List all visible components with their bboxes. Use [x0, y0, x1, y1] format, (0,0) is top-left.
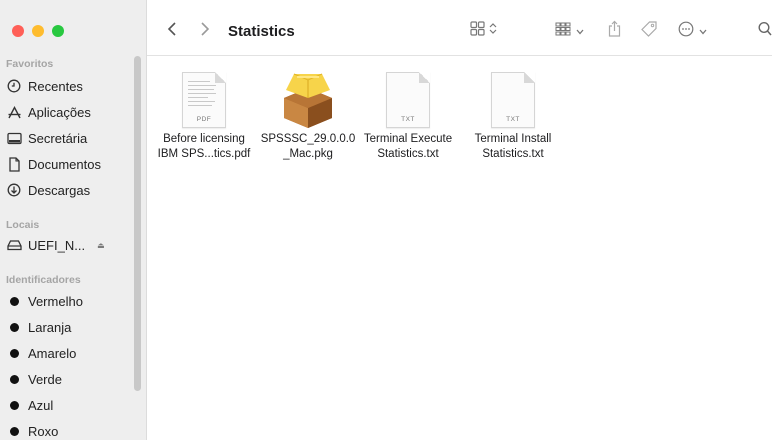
sidebar-item-descargas[interactable]: Descargas	[6, 179, 90, 201]
tag-dot-icon	[6, 319, 22, 335]
file-item[interactable]: PDF Before licensing IBM SPS...tics.pdf	[154, 68, 254, 162]
tag-dot-icon	[6, 293, 22, 309]
toolbar: Statistics	[147, 0, 772, 56]
sidebar-item-label: Descargas	[28, 182, 91, 198]
download-icon	[6, 182, 22, 198]
sidebar-item-label: Secretária	[28, 130, 88, 146]
zoom-button[interactable]	[52, 25, 64, 37]
back-button[interactable]	[167, 21, 177, 41]
file-name: Terminal Install Statistics.txt	[474, 133, 552, 160]
sidebar-item-label: Verde	[28, 371, 62, 387]
eject-icon[interactable]: ⏏	[97, 241, 105, 250]
sidebar-item-label: Roxo	[28, 423, 59, 439]
sidebar-item-label: Documentos	[28, 156, 101, 172]
tag-dot-icon	[6, 345, 22, 361]
sidebar-tag-roxo[interactable]: Roxo	[6, 420, 58, 442]
window-controls	[12, 25, 64, 37]
search-button[interactable]	[758, 21, 772, 41]
share-button[interactable]	[608, 20, 621, 42]
group-button[interactable]	[555, 21, 584, 41]
chevron-right-icon	[200, 21, 210, 42]
sidebar: Favoritos Recentes Aplicações Secretária…	[0, 0, 147, 440]
tag-button[interactable]	[640, 20, 658, 43]
sidebar-item-secretaria[interactable]: Secretária	[6, 127, 87, 149]
chevron-down-icon	[699, 22, 707, 40]
sidebar-tag-amarelo[interactable]: Amarelo	[6, 342, 76, 364]
tag-dot-icon	[6, 371, 22, 387]
tag-icon	[640, 20, 658, 43]
document-icon	[6, 156, 22, 172]
sidebar-item-recentes[interactable]: Recentes	[6, 75, 83, 97]
favorites-section-title: Favoritos	[6, 58, 54, 70]
sidebar-item-label: Laranja	[28, 319, 72, 335]
file-name: SPSSSC_29.0.0.0 _Mac.pkg	[260, 133, 356, 160]
sidebar-item-label: Amarelo	[28, 345, 77, 361]
clock-icon	[6, 78, 22, 94]
file-item[interactable]: SPSSSC_29.0.0.0 _Mac.pkg	[258, 68, 358, 162]
sidebar-tag-verde[interactable]: Verde	[6, 368, 62, 390]
up-down-chevron-icon	[489, 22, 497, 40]
minimize-button[interactable]	[32, 25, 44, 37]
sidebar-item-label: Vermelho	[28, 293, 83, 309]
sidebar-item-label: Azul	[28, 397, 54, 413]
pdf-file-icon: PDF	[154, 68, 254, 128]
view-options-button[interactable]	[470, 21, 497, 41]
desktop-icon	[6, 130, 22, 146]
forward-button[interactable]	[200, 21, 210, 41]
share-icon	[608, 20, 621, 42]
file-name: Terminal Execute Statistics.txt	[363, 133, 453, 160]
more-actions-button[interactable]	[678, 21, 707, 41]
close-button[interactable]	[12, 25, 24, 37]
text-file-icon: TXT	[463, 68, 563, 128]
file-name: Before licensing IBM SPS...tics.pdf	[157, 133, 251, 160]
tag-dot-icon	[6, 423, 22, 439]
icon-grid-icon	[470, 21, 485, 41]
sidebar-tag-azul[interactable]: Azul	[6, 394, 53, 416]
file-item[interactable]: TXT Terminal Install Statistics.txt	[463, 68, 563, 162]
ellipsis-circle-icon	[678, 21, 694, 42]
search-icon	[758, 21, 772, 42]
window-title: Statistics	[228, 22, 295, 40]
sidebar-item-uefi-drive[interactable]: UEFI_N... ⏏	[6, 234, 105, 256]
sidebar-item-aplicacoes[interactable]: Aplicações	[6, 101, 91, 123]
tags-section-title: Identificadores	[6, 274, 81, 286]
group-grid-icon	[555, 22, 571, 41]
file-item[interactable]: TXT Terminal Execute Statistics.txt	[358, 68, 458, 162]
sidebar-tag-vermelho[interactable]: Vermelho	[6, 290, 83, 312]
package-icon	[258, 68, 358, 128]
tag-dot-icon	[6, 397, 22, 413]
text-file-icon: TXT	[358, 68, 458, 128]
sidebar-item-label: Recentes	[28, 78, 83, 94]
sidebar-item-documentos[interactable]: Documentos	[6, 153, 101, 175]
chevron-left-icon	[167, 21, 177, 42]
drive-icon	[6, 237, 22, 253]
chevron-down-icon	[576, 22, 584, 40]
sidebar-item-label: Aplicações	[28, 104, 91, 120]
sidebar-scrollbar[interactable]	[134, 56, 141, 391]
locations-section-title: Locais	[6, 219, 40, 231]
sidebar-tag-laranja[interactable]: Laranja	[6, 316, 71, 338]
sidebar-item-label: UEFI_N...	[28, 237, 86, 253]
applications-icon	[6, 104, 22, 120]
